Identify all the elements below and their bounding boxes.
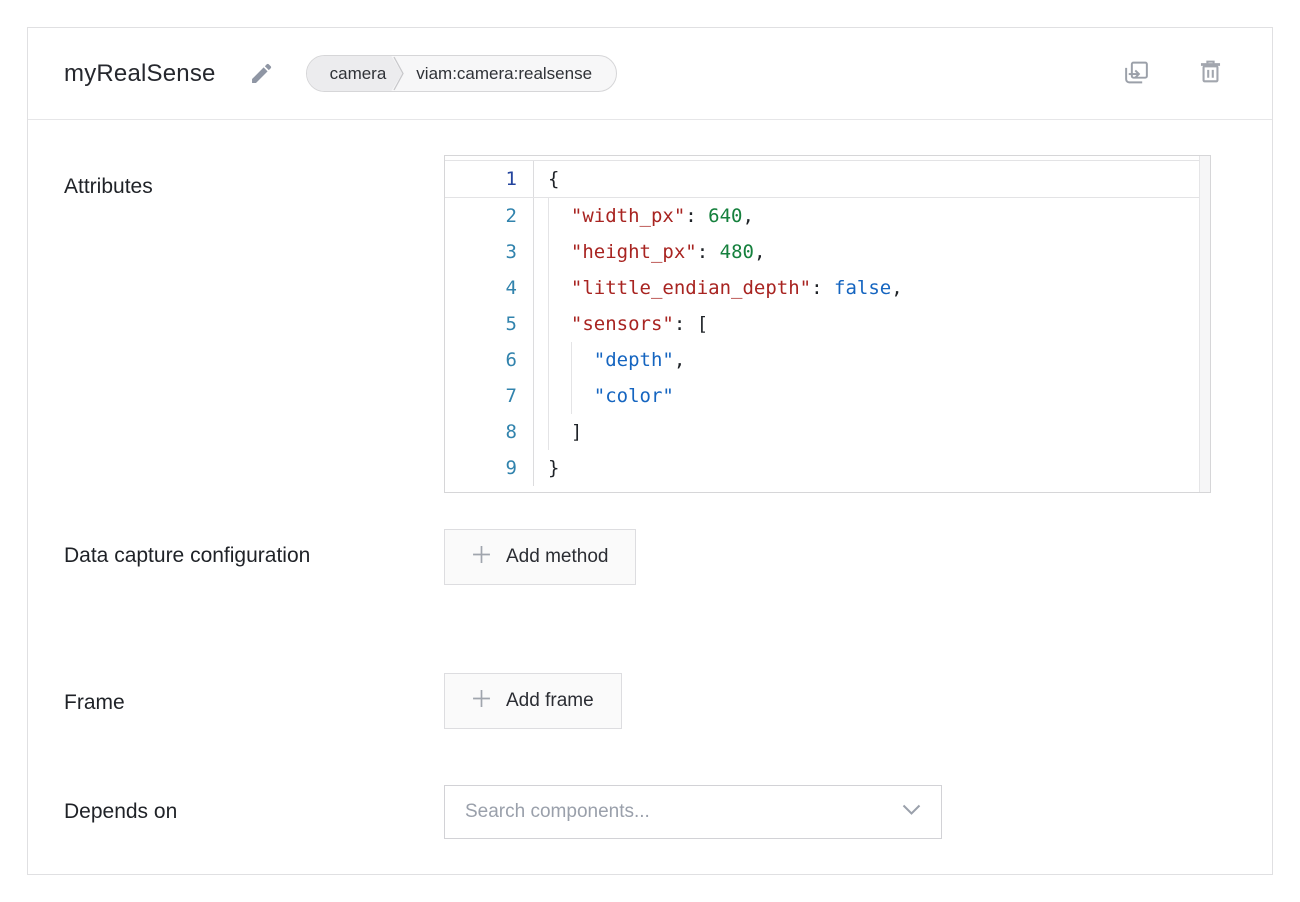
code-lines: 1{2 "width_px": 640,3 "height_px": 480,4… — [445, 160, 1210, 486]
frame-label: Frame — [64, 673, 314, 723]
line-number: 7 — [445, 378, 534, 414]
component-model: viam:camera:realsense — [406, 56, 616, 91]
duplicate-button[interactable] — [1122, 58, 1151, 90]
code-token-punct — [548, 313, 571, 335]
chevron-down-icon[interactable] — [902, 803, 921, 821]
code-token-punct: : — [697, 241, 720, 263]
code-line[interactable]: 7 "color" — [445, 378, 1210, 414]
code-token-key: "sensors" — [571, 313, 674, 335]
duplicate-icon — [1122, 58, 1151, 90]
code-line[interactable]: 5 "sensors": [ — [445, 306, 1210, 342]
code-text: "color" — [534, 378, 1210, 414]
code-token-punct: : — [811, 277, 834, 299]
code-token-num: 640 — [708, 205, 742, 227]
component-config-card: myRealSense camera viam:camera:realsense — [27, 27, 1273, 875]
code-token-num: 480 — [720, 241, 754, 263]
code-token-punct: , — [743, 205, 754, 227]
attributes-label: Attributes — [64, 155, 314, 207]
data-capture-row: Data capture configuration Add method — [64, 529, 1236, 585]
code-token-punct: : — [685, 205, 708, 227]
code-token-punct: ] — [571, 421, 582, 443]
editor-scrollbar[interactable] — [1199, 156, 1210, 492]
code-text: "little_endian_depth": false, — [534, 270, 1210, 306]
indent-guide-line — [548, 270, 549, 306]
code-line[interactable]: 8 ] — [445, 414, 1210, 450]
indent-guide-line — [571, 378, 572, 414]
add-frame-button[interactable]: Add frame — [444, 673, 622, 729]
add-frame-label: Add frame — [506, 690, 594, 712]
code-token-punct: : [ — [674, 313, 708, 335]
code-token-atom: false — [834, 277, 891, 299]
depends-on-label: Depends on — [64, 785, 314, 832]
component-type-pill: camera viam:camera:realsense — [306, 55, 617, 92]
code-token-punct — [548, 277, 571, 299]
search-components-input[interactable] — [465, 801, 902, 823]
line-number: 1 — [445, 161, 534, 197]
indent-guide-line — [548, 234, 549, 270]
code-text: } — [534, 450, 1210, 486]
code-token-punct — [548, 241, 571, 263]
header-actions — [1122, 58, 1224, 90]
line-number: 5 — [445, 306, 534, 342]
line-number: 3 — [445, 234, 534, 270]
code-token-punct — [548, 421, 571, 443]
code-token-punct: , — [891, 277, 902, 299]
line-number: 4 — [445, 270, 534, 306]
code-line[interactable]: 2 "width_px": 640, — [445, 198, 1210, 234]
code-line[interactable]: 4 "little_endian_depth": false, — [445, 270, 1210, 306]
code-text: { — [534, 161, 1210, 197]
code-token-punct: { — [548, 168, 559, 190]
code-line[interactable]: 1{ — [445, 160, 1210, 198]
indent-guide-line — [571, 342, 572, 378]
data-capture-label: Data capture configuration — [64, 529, 314, 576]
code-token-key: "little_endian_depth" — [571, 277, 811, 299]
edit-name-icon[interactable] — [248, 60, 275, 87]
code-line[interactable]: 9} — [445, 450, 1210, 486]
code-token-punct: , — [674, 349, 685, 371]
indent-guide-line — [548, 198, 549, 234]
attributes-json-editor[interactable]: 1{2 "width_px": 640,3 "height_px": 480,4… — [444, 155, 1211, 493]
component-body: Attributes 1{2 "width_px": 640,3 "height… — [28, 120, 1272, 839]
depends-on-row: Depends on — [64, 785, 1236, 839]
code-text: ] — [534, 414, 1210, 450]
line-number: 2 — [445, 198, 534, 234]
component-name: myRealSense — [64, 60, 216, 88]
plus-icon — [472, 689, 491, 714]
add-method-label: Add method — [506, 546, 608, 568]
code-line[interactable]: 6 "depth", — [445, 342, 1210, 378]
indent-guide-line — [548, 378, 549, 414]
delete-button[interactable] — [1197, 58, 1224, 89]
code-token-str: "color" — [594, 385, 674, 407]
depends-on-select[interactable] — [444, 785, 942, 839]
plus-icon — [472, 545, 491, 570]
code-text: "height_px": 480, — [534, 234, 1210, 270]
code-text: "sensors": [ — [534, 306, 1210, 342]
component-type: camera — [307, 56, 403, 91]
code-token-punct — [548, 205, 571, 227]
trash-icon — [1197, 58, 1224, 89]
add-method-button[interactable]: Add method — [444, 529, 636, 585]
component-header: myRealSense camera viam:camera:realsense — [28, 28, 1272, 120]
code-text: "width_px": 640, — [534, 198, 1210, 234]
indent-guide-line — [548, 306, 549, 342]
code-token-key: "width_px" — [571, 205, 685, 227]
line-number: 9 — [445, 450, 534, 486]
line-number: 8 — [445, 414, 534, 450]
line-number: 6 — [445, 342, 534, 378]
code-token-key: "height_px" — [571, 241, 697, 263]
attributes-row: Attributes 1{2 "width_px": 640,3 "height… — [64, 155, 1236, 493]
code-token-str: "depth" — [594, 349, 674, 371]
code-token-punct: , — [754, 241, 765, 263]
indent-guide-line — [548, 342, 549, 378]
indent-guide-line — [548, 414, 549, 450]
frame-row: Frame Add frame — [64, 673, 1236, 729]
code-line[interactable]: 3 "height_px": 480, — [445, 234, 1210, 270]
code-token-punct: } — [548, 457, 559, 479]
code-text: "depth", — [534, 342, 1210, 378]
